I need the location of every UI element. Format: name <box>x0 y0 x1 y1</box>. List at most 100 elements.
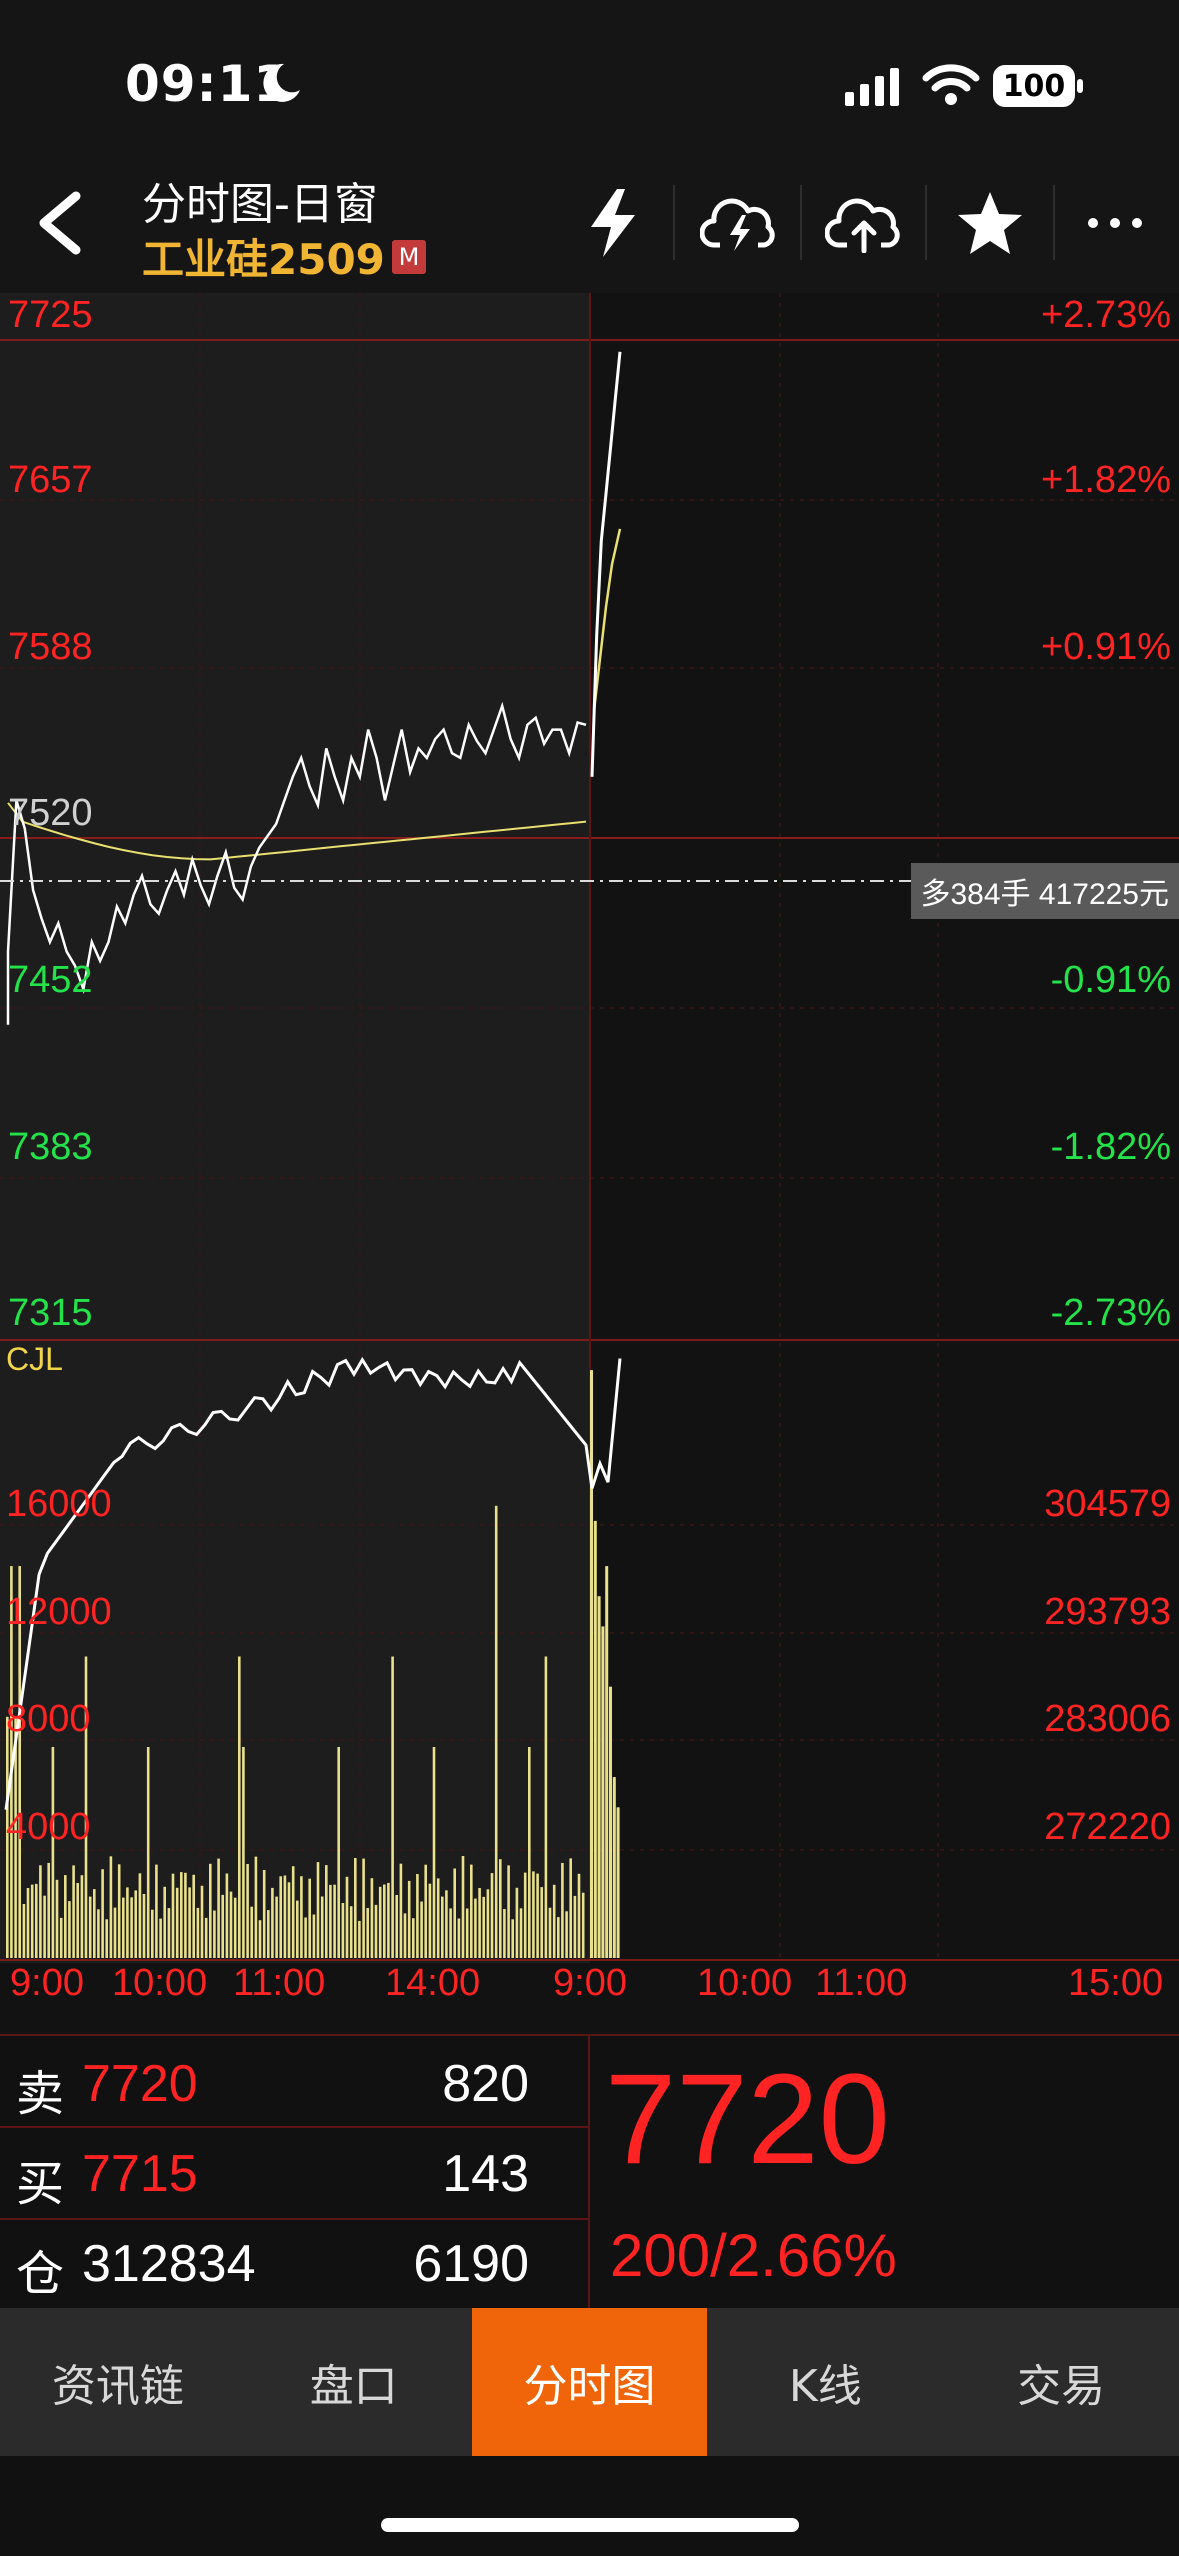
oi-label-4: 272220 <box>1044 1806 1171 1848</box>
volume-bar <box>258 1920 262 1958</box>
price-label-7725: 7725 <box>8 294 93 336</box>
volume-bar <box>515 1887 519 1958</box>
volume-bar <box>403 1913 407 1958</box>
volume-bar <box>246 1864 249 1958</box>
volume-bar <box>341 1903 345 1958</box>
pct-label-down-2: -1.82% <box>1050 1126 1171 1168</box>
volume-bar <box>329 1884 332 1958</box>
volume-bar <box>287 1882 291 1958</box>
volume-bar <box>113 1907 117 1958</box>
volume-bar <box>494 1505 498 1958</box>
volume-bar <box>445 1890 448 1958</box>
tab-trade[interactable]: 交易 <box>943 2308 1179 2456</box>
volume-bar <box>548 1907 552 1958</box>
volume-bar <box>333 1884 336 1958</box>
price-label-7452: 7452 <box>8 959 93 1001</box>
tab-news-chain[interactable]: 资讯链 <box>0 2308 236 2456</box>
volume-bar <box>296 1900 299 1958</box>
volume-bar <box>159 1918 162 1958</box>
volume-bar <box>155 1864 158 1958</box>
cloud-lightning-icon[interactable] <box>690 185 790 260</box>
pct-label-down-3: -2.73% <box>1050 1292 1171 1334</box>
lightning-icon[interactable] <box>570 185 655 260</box>
volume-bar <box>204 1917 208 1958</box>
volume-bar <box>88 1896 92 1958</box>
volume-bar <box>122 1897 125 1958</box>
tab-kline[interactable]: K线 <box>707 2308 943 2456</box>
vol-label-12000: 12000 <box>6 1591 112 1633</box>
volume-bar <box>64 1875 67 1958</box>
volume-bar <box>221 1894 224 1958</box>
wifi-icon <box>922 62 980 110</box>
volume-bar <box>552 1884 556 1958</box>
volume-bar <box>117 1864 121 1958</box>
price-label-7383: 7383 <box>8 1126 93 1168</box>
volume-bar <box>519 1908 523 1958</box>
volume-bar <box>163 1886 166 1958</box>
signal-icon <box>845 66 901 110</box>
volume-bar <box>35 1883 38 1958</box>
oi-label-2: 293793 <box>1044 1591 1171 1633</box>
cloud-upload-icon[interactable] <box>815 185 915 260</box>
volume-bar <box>283 1875 287 1958</box>
volume-bar <box>134 1890 137 1958</box>
open-interest-label: 仓 <box>16 2246 65 2302</box>
home-indicator[interactable] <box>381 2518 799 2532</box>
volume-bar <box>457 1918 461 1958</box>
volume-bar <box>478 1888 481 1958</box>
battery-level: 100 <box>1002 68 1066 104</box>
crosshair-tag: 多384手 417225元 <box>910 863 1179 919</box>
volume-bar <box>391 1656 394 1958</box>
volume-bar <box>142 1894 146 1958</box>
volume-bar <box>486 1889 490 1958</box>
volume-bar <box>395 1895 398 1958</box>
more-icon[interactable] <box>1075 185 1155 260</box>
volume-bar <box>609 1686 612 1958</box>
volume-bar <box>192 1874 195 1958</box>
volume-bar <box>308 1878 311 1958</box>
volume-bar <box>593 1520 597 1958</box>
volume-bar <box>180 1872 183 1958</box>
volume-bar <box>523 1872 527 1958</box>
sell-label: 卖 <box>16 2066 65 2122</box>
volume-bar <box>358 1920 361 1958</box>
volume-bar <box>291 1866 295 1958</box>
volume-bar <box>72 1865 75 1958</box>
pct-label-down-1: -0.91% <box>1050 959 1171 1001</box>
time-label: 15:00 <box>1068 1962 1164 2004</box>
open-interest-value: 312834 <box>82 2235 256 2293</box>
battery-icon: 100 <box>993 65 1075 107</box>
bottom-tab-bar: 资讯链 盘口 分时图 K线 交易 <box>0 2308 1179 2456</box>
volume-bar <box>561 1863 564 1958</box>
back-arrow-icon[interactable] <box>20 185 100 260</box>
tab-order-book[interactable]: 盘口 <box>236 2308 472 2456</box>
chart-area[interactable]: 7725 7657 7588 7520 7452 7383 7315 +2.73… <box>0 293 1179 2033</box>
volume-bar <box>449 1908 452 1958</box>
time-label: 9:00 <box>553 1962 627 2004</box>
time-label: 11:00 <box>815 1962 908 2004</box>
volume-bar <box>184 1872 187 1958</box>
volume-bar <box>424 1864 427 1958</box>
pct-label-up-3: +2.73% <box>1041 294 1171 336</box>
buy-price: 7715 <box>82 2145 198 2203</box>
volume-bar <box>420 1901 423 1958</box>
volume-bar <box>503 1909 506 1958</box>
volume-bar <box>436 1878 440 1958</box>
volume-bar <box>461 1856 465 1958</box>
volume-bar <box>312 1914 316 1958</box>
price-label-7588: 7588 <box>8 626 93 668</box>
volume-bar <box>573 1895 577 1958</box>
volume-bar <box>337 1747 340 1958</box>
last-price: 7720 <box>605 2048 890 2191</box>
volume-bar <box>540 1887 543 1958</box>
tab-intraday[interactable]: 分时图 <box>471 2308 708 2456</box>
volume-bar <box>242 1747 245 1958</box>
volume-bar <box>557 1917 560 1958</box>
volume-bar <box>320 1896 324 1958</box>
volume-bar <box>105 1919 108 1958</box>
pct-label-up-2: +1.82% <box>1041 459 1171 501</box>
star-icon[interactable] <box>945 185 1035 260</box>
volume-bar <box>399 1863 403 1958</box>
intraday-chart[interactable] <box>0 293 1179 2033</box>
buy-quantity: 143 <box>442 2145 529 2203</box>
